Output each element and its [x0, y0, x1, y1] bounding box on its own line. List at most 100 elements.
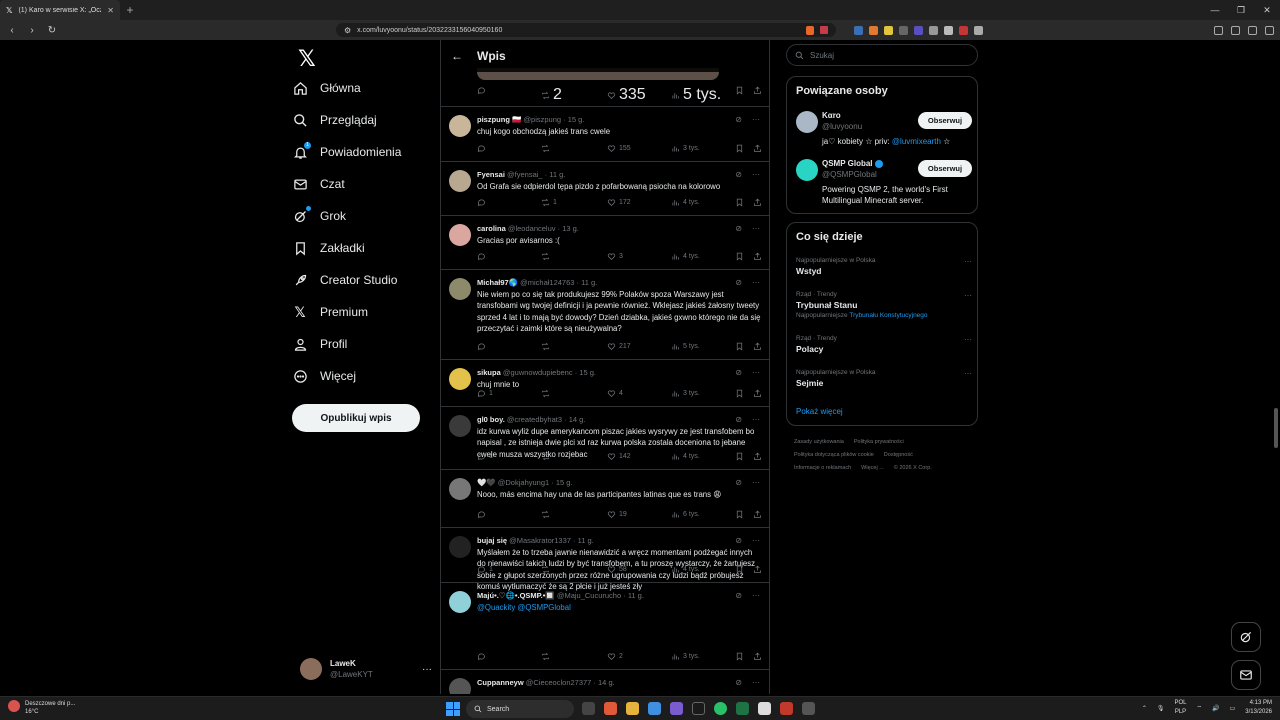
- avatar[interactable]: [796, 111, 818, 133]
- nav-item-premium[interactable]: 𝕏 Premium: [292, 298, 442, 326]
- nav-item-explore[interactable]: Przeglądaj: [292, 106, 442, 134]
- footer-link[interactable]: Zasady użytkowania: [794, 439, 844, 445]
- nav-item-more[interactable]: Więcej: [292, 362, 442, 390]
- author-handle[interactable]: @michał124763: [520, 278, 574, 287]
- repost-button[interactable]: [541, 565, 553, 574]
- more-dots-icon[interactable]: ···: [752, 536, 760, 545]
- avatar[interactable]: [449, 278, 471, 300]
- share-icon[interactable]: [753, 342, 762, 351]
- grok-icon[interactable]: ⊘: [735, 170, 742, 179]
- reply-time[interactable]: 14 g.: [598, 678, 615, 687]
- app-icon[interactable]: [626, 702, 639, 715]
- reply-time[interactable]: 15 g.: [568, 115, 585, 124]
- views-button[interactable]: 4 tys.: [671, 452, 700, 461]
- reply-time[interactable]: 11 g.: [578, 536, 594, 545]
- more-dots-icon[interactable]: ···: [964, 257, 972, 266]
- app-icon[interactable]: [692, 702, 705, 715]
- share-icon[interactable]: [753, 86, 762, 95]
- more-dots-icon[interactable]: ···: [752, 278, 760, 287]
- more-dots-icon[interactable]: ···: [964, 335, 972, 344]
- menu-icon[interactable]: [1265, 25, 1274, 35]
- extension-icon[interactable]: [914, 25, 923, 35]
- address-bar[interactable]: ⚙ x.com/luvyoonu/status/2032233156040950…: [336, 23, 836, 37]
- x-logo-icon[interactable]: 𝕏: [298, 46, 316, 72]
- footer-link[interactable]: Polityka prywatności: [854, 439, 904, 445]
- avatar[interactable]: [449, 591, 471, 613]
- reply-button[interactable]: 1: [477, 389, 493, 398]
- more-dots-icon[interactable]: ···: [964, 291, 972, 300]
- views-button[interactable]: 3 tys.: [671, 652, 700, 661]
- repost-button[interactable]: [541, 144, 553, 153]
- reply-item[interactable]: Michał97🌎 @michał124763 · 11 g. ⊘ ··· Nie w…: [441, 270, 769, 360]
- minimize-button[interactable]: —: [1202, 0, 1228, 20]
- like-button[interactable]: 335: [607, 86, 646, 104]
- reply-button[interactable]: 1: [477, 565, 493, 574]
- author-name[interactable]: piszpung 🇵🇱: [477, 115, 521, 124]
- bio-mention-link[interactable]: @luvmixearth: [892, 137, 941, 146]
- like-button[interactable]: 217: [607, 342, 631, 351]
- reply-button[interactable]: [477, 342, 489, 351]
- nav-item-bookmarks[interactable]: Zakładki: [292, 234, 442, 262]
- bookmark-icon[interactable]: [735, 389, 744, 398]
- views-button[interactable]: 5 tys.: [671, 342, 700, 351]
- profile-icon[interactable]: [1248, 25, 1257, 35]
- nav-item-notifications[interactable]: 1 Powiadomienia: [292, 138, 442, 166]
- more-dots-icon[interactable]: ···: [752, 368, 760, 377]
- reply-time[interactable]: 11 g.: [549, 170, 565, 179]
- related-person[interactable]: QSMP Global @QSMPGlobal Powering QSMP 2,…: [796, 159, 972, 209]
- messages-button[interactable]: [1231, 660, 1261, 690]
- extension-icon[interactable]: [974, 25, 983, 35]
- app-icon[interactable]: [780, 702, 793, 715]
- bookmark-icon[interactable]: [735, 510, 744, 519]
- reply-button[interactable]: 1: [477, 452, 493, 461]
- repost-button[interactable]: [541, 389, 553, 398]
- avatar[interactable]: [449, 678, 471, 694]
- rewards-icon[interactable]: [820, 26, 828, 34]
- trend-item[interactable]: Najpopularniejsze w Polska Sejmie ···: [796, 369, 972, 388]
- reply-item[interactable]: Fyensai @fyensai_ · 11 g. ⊘ ··· Od Grafa si…: [441, 162, 769, 216]
- bookmark-icon[interactable]: [735, 565, 744, 574]
- share-icon[interactable]: [753, 452, 762, 461]
- share-icon[interactable]: [753, 652, 762, 661]
- extension-icon[interactable]: [884, 25, 893, 35]
- weather-widget[interactable]: Deszczowe dni p... 16°C: [8, 700, 75, 716]
- share-icon[interactable]: [753, 565, 762, 574]
- extension-icon[interactable]: [854, 25, 863, 35]
- author-handle[interactable]: @Dokjahyung1: [498, 478, 549, 487]
- more-dots-icon[interactable]: ···: [964, 369, 972, 378]
- reload-icon[interactable]: ↻: [46, 25, 58, 36]
- extension-icon[interactable]: [944, 25, 953, 35]
- views-button[interactable]: 4 tys.: [671, 198, 700, 207]
- app-icon[interactable]: [648, 702, 661, 715]
- reply-button[interactable]: [477, 652, 489, 661]
- app-icon[interactable]: [758, 702, 771, 715]
- trend-item[interactable]: Rząd · Trendy Polacy ···: [796, 335, 972, 354]
- author-name[interactable]: bujaj się: [477, 536, 507, 545]
- account-switcher[interactable]: LaweK @LaweKYT ···: [300, 658, 432, 680]
- reply-item[interactable]: gl0 boy. @createdbyhat3 · 14 g. ⊘ ··· idz k…: [441, 407, 769, 470]
- author-name[interactable]: Majú•.♡🌐•.QSMP.•🔲: [477, 591, 555, 600]
- app-icon[interactable]: [582, 702, 595, 715]
- grok-icon[interactable]: ⊘: [735, 278, 742, 287]
- wallet-icon[interactable]: [1231, 25, 1240, 35]
- extension-icon[interactable]: [959, 25, 968, 35]
- reply-icon[interactable]: [477, 86, 486, 95]
- share-icon[interactable]: [753, 144, 762, 153]
- share-icon[interactable]: [753, 198, 762, 207]
- forward-icon[interactable]: ›: [26, 25, 38, 36]
- reply-time[interactable]: 15 g.: [556, 478, 573, 487]
- volume-icon[interactable]: 🔊: [1212, 705, 1219, 712]
- author-handle[interactable]: @fyensai_: [507, 170, 543, 179]
- related-person[interactable]: Kαro @luvyoonu ja♡ kobiety ☆ priv: @luvm…: [796, 111, 972, 155]
- trend-item[interactable]: Rząd · Trendy Trybunał Stanu Najpopularn…: [796, 291, 972, 319]
- author-name[interactable]: gl0 boy.: [477, 415, 505, 424]
- language-indicator[interactable]: POL PLP: [1174, 699, 1186, 717]
- clock[interactable]: 4:13 PM 3/13/2026: [1245, 699, 1272, 717]
- mention-link[interactable]: @Quackity @QSMPGlobal: [477, 603, 571, 612]
- views-button[interactable]: 6 tys.: [671, 510, 700, 519]
- author-name[interactable]: Michał97🌎: [477, 278, 518, 287]
- like-button[interactable]: 58: [607, 565, 627, 574]
- reply-item[interactable]: Cuppanneyw @Cieceoclon27377 · 14 g. ⊘ ···: [441, 670, 769, 694]
- back-icon[interactable]: ‹: [6, 25, 18, 36]
- footer-link[interactable]: Dostępność: [884, 452, 913, 458]
